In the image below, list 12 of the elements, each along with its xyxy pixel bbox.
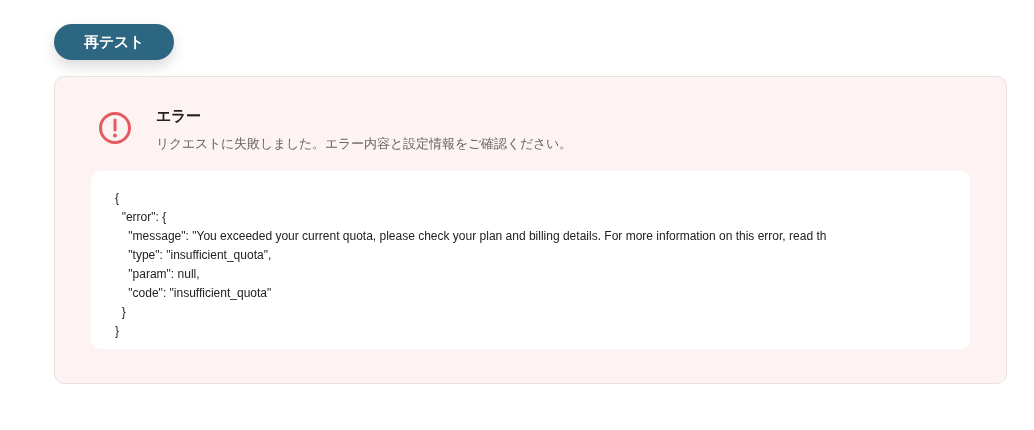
code-line: "type": "insufficient_quota",	[127, 247, 272, 264]
code-line: "code": "insufficient_quota"	[127, 285, 272, 302]
code-line: "message": "You exceeded your current quota, please check your plan and billing details. For more information on this error, read th	[127, 228, 827, 245]
code-line: "error": {	[120, 209, 167, 226]
code-line: }	[120, 304, 126, 321]
code-line: }	[115, 323, 119, 340]
retest-button[interactable]: 再テスト	[54, 24, 174, 60]
code-line: "param": null,	[127, 266, 200, 283]
code-line: {	[115, 190, 119, 207]
exclamation-circle-icon	[98, 111, 132, 145]
error-title: エラー	[156, 107, 202, 126]
error-message: リクエストに失敗しました。エラー内容と設定情報をご確認ください。	[156, 135, 572, 153]
